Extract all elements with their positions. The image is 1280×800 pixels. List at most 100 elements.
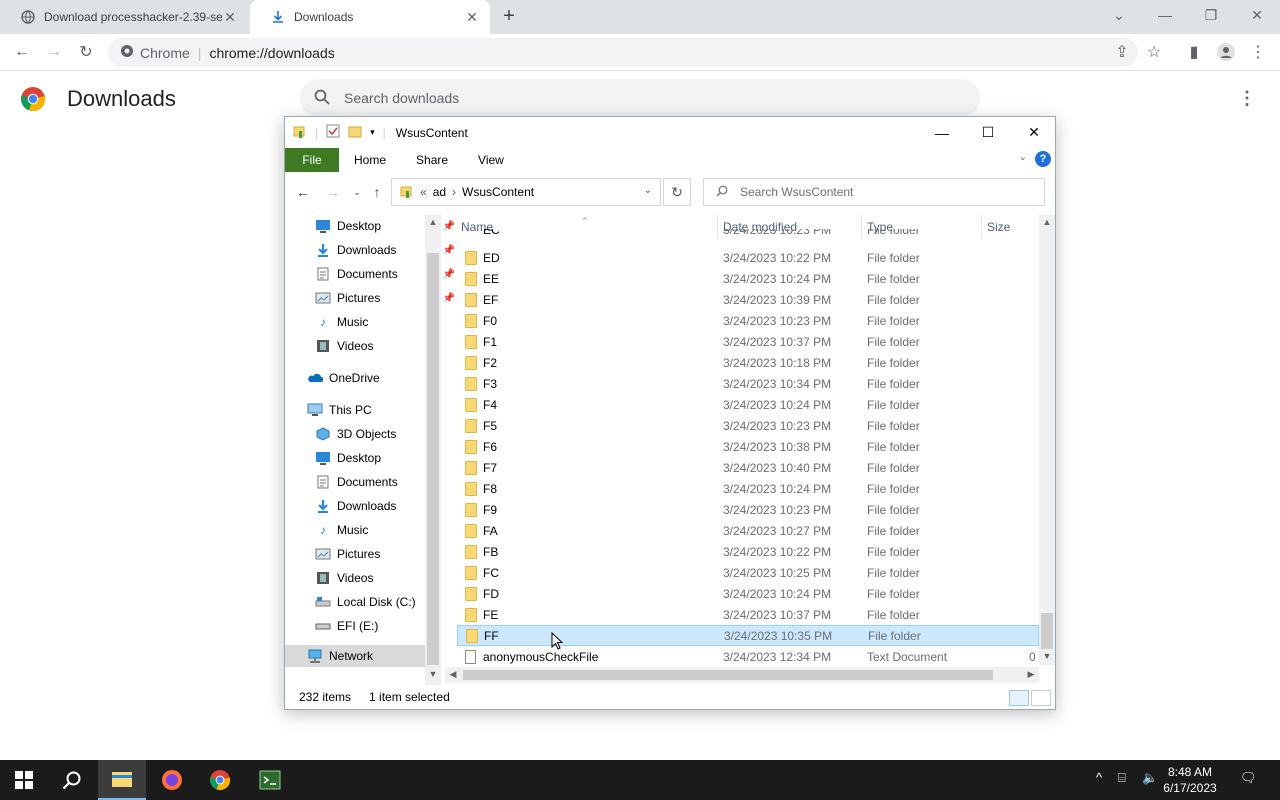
new-folder-icon[interactable]	[348, 124, 362, 141]
file-name: FC	[483, 565, 499, 580]
chrome-logo-icon	[20, 86, 46, 112]
folder-pin-icon[interactable]	[293, 124, 307, 141]
file-explorer-icon[interactable]	[98, 760, 146, 800]
folder-row[interactable]: EF 3/24/2023 10:39 PM File folder	[457, 289, 1039, 310]
folder-row[interactable]: F7 3/24/2023 10:40 PM File folder	[457, 457, 1039, 478]
terminal-icon[interactable]	[246, 760, 294, 800]
system-clock[interactable]: 8:48 AM 6/17/2023	[1160, 764, 1220, 796]
breadcrumb-ad[interactable]: ad	[433, 185, 446, 199]
close-tab-icon[interactable]: ✕	[222, 9, 238, 26]
folder-icon	[465, 586, 477, 601]
address-dropdown-icon[interactable]: ⌄	[644, 185, 652, 196]
scroll-right-arrow[interactable]: ▶	[1023, 669, 1039, 680]
share-icon[interactable]: ⇪	[1110, 40, 1134, 64]
large-icons-view-icon[interactable]	[1031, 690, 1051, 706]
recent-locations-icon[interactable]: ⌄	[347, 182, 367, 202]
downloads-search-input[interactable]: Search downloads	[300, 79, 980, 117]
folder-row[interactable]: F8 3/24/2023 10:24 PM File folder	[457, 478, 1039, 499]
file-type: File folder	[867, 355, 920, 370]
chrome-menu-icon[interactable]: ⋮	[1246, 40, 1270, 64]
scroll-up-arrow[interactable]: ▲	[1039, 217, 1055, 227]
folder-row[interactable]: F0 3/24/2023 10:23 PM File folder	[457, 310, 1039, 331]
file-list-scrollbar[interactable]: ▲ ▼	[1039, 215, 1055, 665]
volume-muted-icon[interactable]: 🔈	[1142, 770, 1158, 786]
file-date: 3/24/2023 10:24 PM	[723, 481, 832, 496]
folder-row[interactable]: F5 3/24/2023 10:23 PM File folder	[457, 415, 1039, 436]
scroll-left-arrow[interactable]: ◀	[445, 669, 461, 680]
nav-pane-scrollbar[interactable]: ▲ ▼	[425, 215, 441, 685]
search-icon[interactable]	[48, 760, 96, 800]
folder-row[interactable]: FC 3/24/2023 10:25 PM File folder	[457, 562, 1039, 583]
show-hidden-icons-icon[interactable]: ^	[1096, 770, 1102, 785]
customize-qa-icon[interactable]: ▾	[370, 127, 375, 138]
explorer-minimize-button[interactable]: —	[919, 117, 965, 148]
up-button[interactable]: ↑	[367, 182, 387, 202]
file-size: 0	[1029, 649, 1036, 664]
scrollbar-thumb[interactable]	[463, 670, 993, 680]
folder-icon	[465, 250, 477, 265]
chrome-icon[interactable]	[196, 760, 244, 800]
network-status-icon[interactable]: ⌸	[1118, 770, 1126, 786]
explorer-back-button[interactable]: ←	[293, 182, 313, 202]
folder-row[interactable]: FF 3/24/2023 10:35 PM File folder	[457, 625, 1039, 646]
close-window-button[interactable]: ✕	[1234, 0, 1280, 30]
new-tab-button[interactable]: +	[498, 6, 520, 28]
scroll-down-arrow[interactable]: ▼	[1039, 651, 1055, 661]
scroll-up-arrow[interactable]: ▲	[425, 217, 441, 227]
folder-row[interactable]: FD 3/24/2023 10:24 PM File folder	[457, 583, 1039, 604]
notifications-icon[interactable]: 🗨	[1240, 770, 1257, 786]
tab-search-icon[interactable]: ⌄	[1096, 0, 1142, 30]
ribbon-tab-file[interactable]: File	[285, 148, 339, 172]
ribbon-tab-view[interactable]: View	[463, 153, 519, 167]
scroll-down-arrow[interactable]: ▼	[425, 669, 441, 679]
address-bar[interactable]: « ad › WsusContent ⌄	[391, 178, 661, 206]
firefox-icon[interactable]	[148, 760, 196, 800]
scrollbar-thumb[interactable]	[427, 253, 439, 665]
restore-button[interactable]: ❐	[1188, 0, 1234, 30]
help-icon[interactable]: ?	[1035, 151, 1051, 167]
folder-row[interactable]: FE 3/24/2023 10:37 PM File folder	[457, 604, 1039, 625]
bookmark-star-icon[interactable]: ☆	[1142, 40, 1166, 64]
expand-ribbon-icon[interactable]: ⌄	[1019, 152, 1027, 163]
forward-button[interactable]: →	[42, 40, 66, 64]
explorer-maximize-button[interactable]: ☐	[965, 117, 1011, 148]
tab-processhacker[interactable]: Download processhacker-2.39-se ✕	[0, 0, 248, 34]
explorer-forward-button[interactable]: →	[323, 182, 343, 202]
reload-button[interactable]: ↻	[74, 40, 98, 64]
properties-icon[interactable]	[326, 124, 340, 141]
breadcrumb-overflow[interactable]: «	[420, 185, 427, 199]
folder-row[interactable]: F9 3/24/2023 10:23 PM File folder	[457, 499, 1039, 520]
minimize-button[interactable]: —	[1142, 0, 1188, 30]
folder-row[interactable]: FA 3/24/2023 10:27 PM File folder	[457, 520, 1039, 541]
back-button[interactable]: ←	[10, 40, 34, 64]
omnibox[interactable]: Chrome | chrome://downloads	[108, 38, 1138, 67]
folder-row[interactable]: FB 3/24/2023 10:22 PM File folder	[457, 541, 1039, 562]
explorer-search-input[interactable]: Search WsusContent	[703, 178, 1045, 206]
folder-row[interactable]: ED 3/24/2023 10:22 PM File folder	[457, 247, 1039, 268]
table-row-partial[interactable]: EC 3/24/2023 10:23 PM File folder	[457, 229, 1039, 239]
security-chip: Chrome	[140, 44, 190, 61]
windows-start-icon[interactable]	[0, 760, 48, 800]
explorer-close-button[interactable]: ✕	[1011, 117, 1057, 148]
folder-row[interactable]: F2 3/24/2023 10:18 PM File folder	[457, 352, 1039, 373]
file-list-hscrollbar[interactable]: ◀ ▶	[445, 667, 1039, 683]
profile-avatar-icon[interactable]	[1214, 40, 1238, 64]
file-row[interactable]: anonymousCheckFile 3/24/2023 12:34 PM Text…	[457, 646, 1039, 667]
ribbon-tab-home[interactable]: Home	[339, 153, 401, 167]
folder-row[interactable]: F1 3/24/2023 10:37 PM File folder	[457, 331, 1039, 352]
folder-row[interactable]: F6 3/24/2023 10:38 PM File folder	[457, 436, 1039, 457]
close-tab-icon[interactable]: ✕	[464, 9, 480, 26]
scrollbar-thumb[interactable]	[1041, 613, 1053, 649]
search-placeholder: Search WsusContent	[740, 185, 854, 199]
breadcrumb-wsuscontent[interactable]: WsusContent	[462, 185, 534, 199]
more-actions-icon[interactable]: ⋮	[1238, 88, 1256, 110]
folder-row[interactable]: F3 3/24/2023 10:34 PM File folder	[457, 373, 1039, 394]
ribbon-tab-share[interactable]: Share	[401, 153, 463, 167]
side-panel-icon[interactable]: ▮	[1182, 40, 1206, 64]
folder-row[interactable]: EE 3/24/2023 10:24 PM File folder	[457, 268, 1039, 289]
nav-network[interactable]: Network	[285, 645, 425, 667]
folder-row[interactable]: F4 3/24/2023 10:24 PM File folder	[457, 394, 1039, 415]
refresh-button[interactable]: ↻	[663, 178, 691, 206]
details-view-icon[interactable]	[1009, 690, 1029, 706]
tab-downloads[interactable]: Downloads ✕	[250, 0, 490, 34]
